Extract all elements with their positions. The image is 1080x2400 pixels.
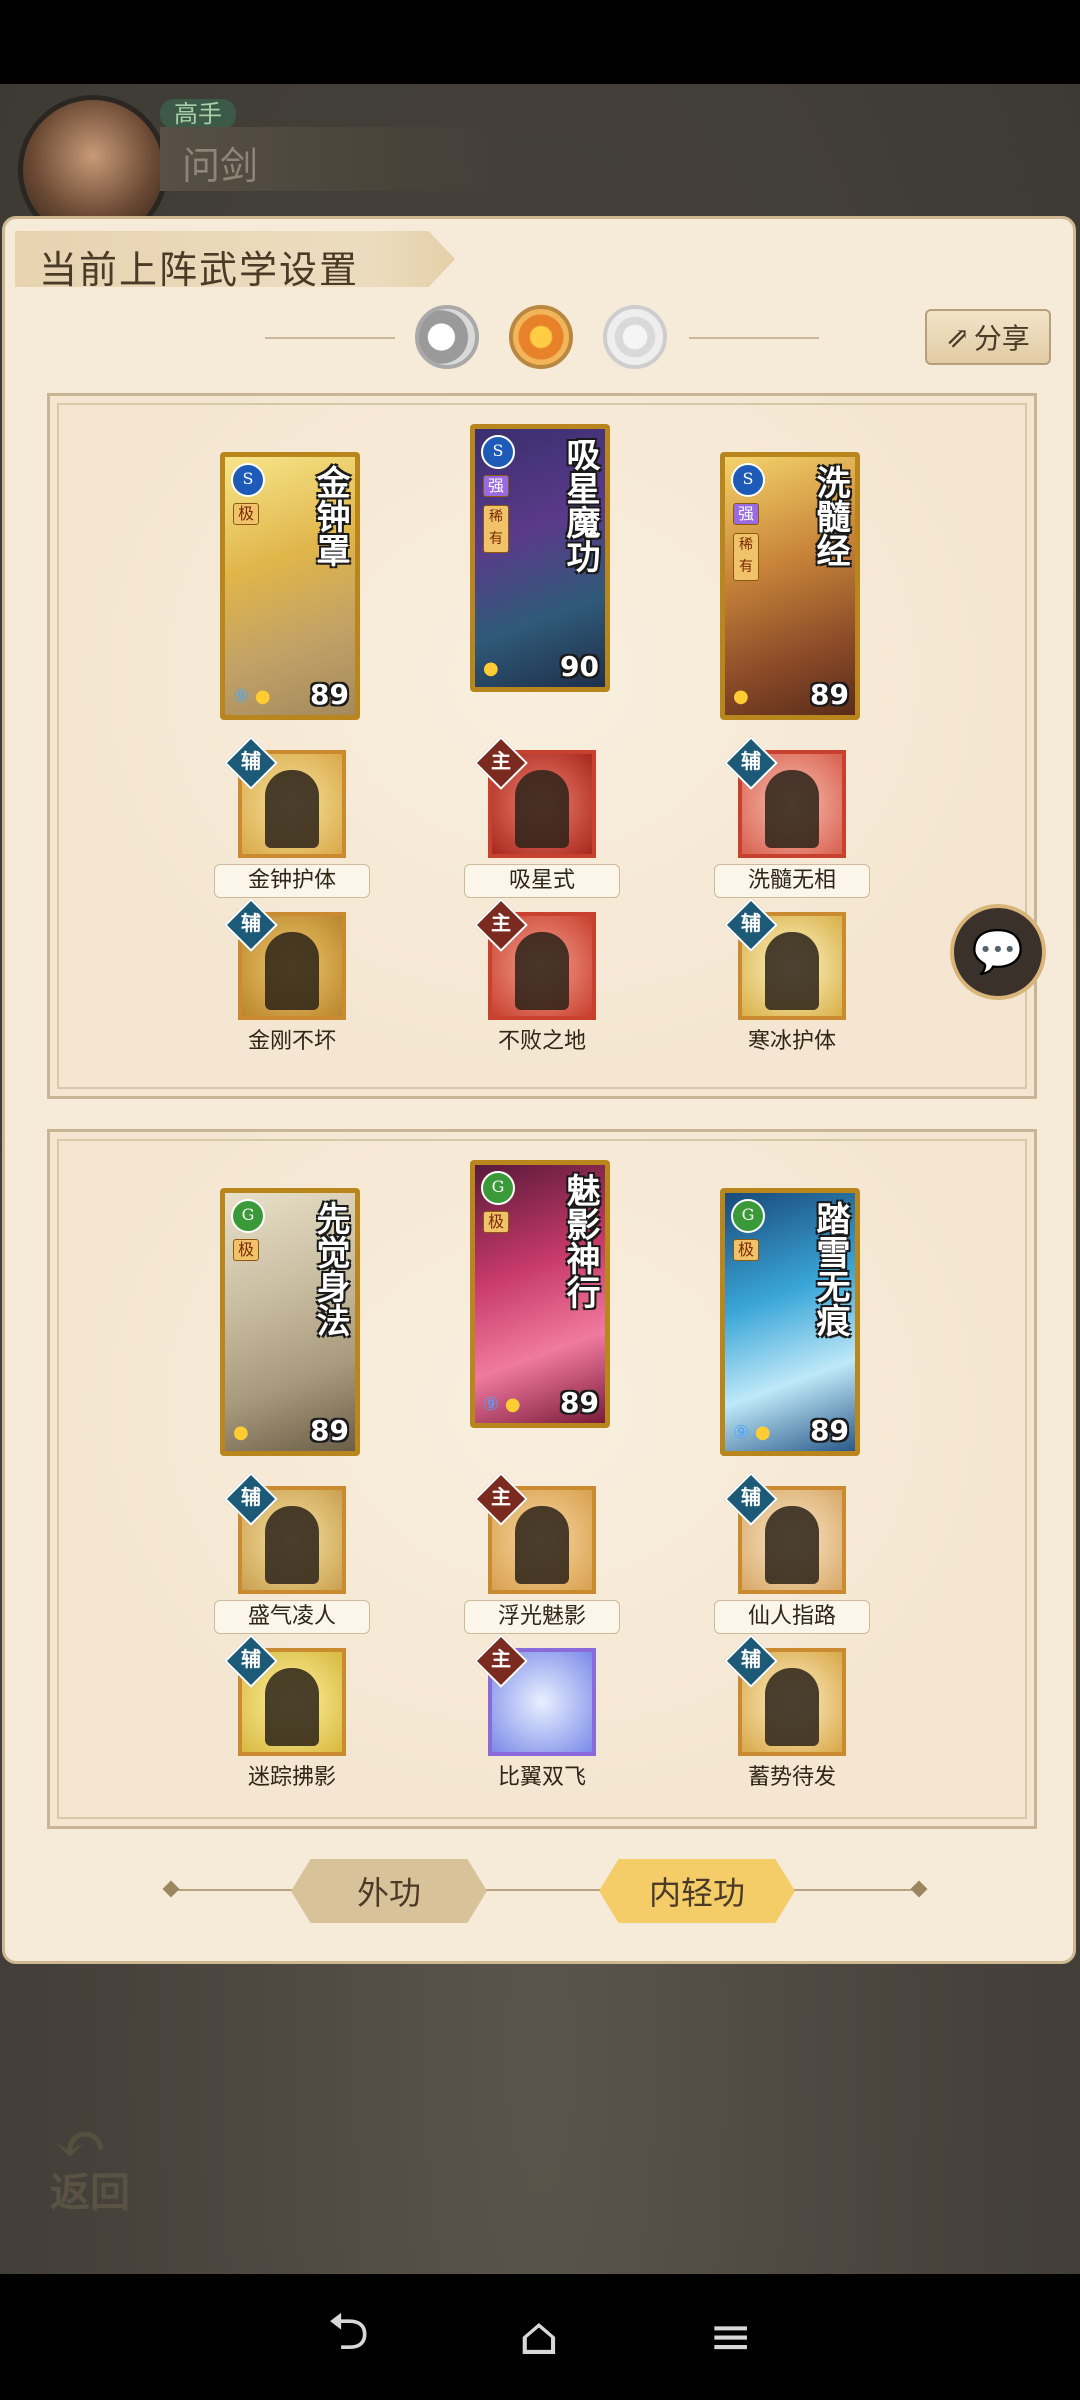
tab-external-arts[interactable]: 外功 xyxy=(291,1859,487,1923)
cloud-mode-icon[interactable] xyxy=(603,305,667,369)
school-icon: G xyxy=(731,1199,765,1233)
sub-skill-label: 吸星式 xyxy=(464,864,620,898)
sub-skill[interactable]: 辅 xyxy=(724,1472,846,1594)
sub-skill[interactable]: 辅 xyxy=(724,736,846,858)
moon-mode-icon[interactable] xyxy=(415,305,479,369)
chat-bubble-icon: 💬 xyxy=(971,927,1025,976)
card-name: 金钟罩 xyxy=(310,465,350,567)
sub-skill-label: 浮光魅影 xyxy=(464,1600,620,1634)
skill-card[interactable]: G 极 魅影神行 ⑨ ● 89 xyxy=(470,1160,610,1428)
school-icon: S xyxy=(231,463,265,497)
nav-home-icon[interactable]: ⌂ xyxy=(519,2307,559,2367)
tabs-divider xyxy=(177,1889,913,1891)
card-name: 魅影神行 xyxy=(560,1173,600,1309)
card-element-icons: ● xyxy=(483,658,499,679)
sub-skill-label: 比翼双飞 xyxy=(497,1765,586,1790)
tab-label: 外功 xyxy=(356,1874,421,1912)
sub-skill[interactable]: 辅 xyxy=(224,736,346,858)
sub-skill-label: 金刚不坏 xyxy=(247,1029,336,1054)
card-tag: 极 xyxy=(233,503,259,525)
player-info-bar[interactable]: 高手 问剑 xyxy=(10,95,530,245)
skill-card[interactable]: S 强 稀有 吸星魔功 ● 90 xyxy=(470,424,610,692)
card-score: 89 xyxy=(560,1386,599,1419)
card-name: 踏雪无痕 xyxy=(810,1201,850,1337)
rare-tag: 稀有 xyxy=(483,505,509,553)
card-tag: 极 xyxy=(233,1239,259,1261)
mode-toggle-row xyxy=(265,301,825,375)
player-rank-badge: 高手 xyxy=(160,99,236,129)
nav-back-icon[interactable]: ⮌ xyxy=(328,2293,370,2382)
rare-tag: 稀有 xyxy=(733,533,759,581)
card-element-icons: ⑨ ● xyxy=(483,1394,521,1415)
school-icon: S xyxy=(481,435,515,469)
sub-skill[interactable]: 主 xyxy=(474,898,596,1020)
loadout-group-1: S 极 金钟罩 ⑨ ● 89 S 强 稀有 吸星魔功 ● 90 S 强 稀有 洗… xyxy=(47,393,1037,1099)
sub-skill-label: 不败之地 xyxy=(497,1029,586,1054)
back-button[interactable]: ↶ 返回 xyxy=(44,2108,156,2216)
skill-card[interactable]: S 极 金钟罩 ⑨ ● 89 xyxy=(220,452,360,720)
card-element-icons: ● xyxy=(233,1422,249,1443)
player-name-box: 问剑 xyxy=(160,127,510,191)
status-bar xyxy=(0,0,1080,84)
card-tag: 强 xyxy=(483,475,509,497)
nav-menu-icon[interactable]: ≡ xyxy=(709,2307,753,2367)
back-label: 返回 xyxy=(50,2169,130,2216)
sub-skill-label: 金钟护体 xyxy=(214,864,370,898)
share-label: 分享 xyxy=(973,322,1030,355)
sub-skill[interactable]: 辅 xyxy=(224,898,346,1020)
player-name: 问剑 xyxy=(182,144,259,188)
sub-skill-label: 迷踪拂影 xyxy=(247,1765,336,1790)
card-tag: 极 xyxy=(733,1239,759,1261)
panel-title: 当前上阵武学设置 xyxy=(39,248,360,292)
sub-skill-label: 仙人指路 xyxy=(714,1600,870,1634)
sub-skill[interactable]: 辅 xyxy=(724,898,846,1020)
card-score: 89 xyxy=(310,1414,349,1447)
tab-label: 内轻功 xyxy=(648,1874,745,1912)
school-icon: G xyxy=(481,1171,515,1205)
skill-card[interactable]: S 强 稀有 洗髓经 ● 89 xyxy=(720,452,860,720)
share-button[interactable]: ⇗ 分享 xyxy=(925,309,1051,365)
share-icon: ⇗ xyxy=(946,320,970,354)
tabs-end-diamond xyxy=(910,1880,928,1898)
card-element-icons: ⑨ ● xyxy=(733,1422,771,1443)
card-element-icons: ⑨ ● xyxy=(233,686,271,707)
loadout-group-2: G 极 先觉身法 ● 89 G 极 魅影神行 ⑨ ● 89 G 极 踏雪无痕 ⑨… xyxy=(47,1129,1037,1829)
category-tabs: 外功 内轻功 xyxy=(162,1855,928,1925)
martial-arts-setup-panel: 当前上阵武学设置 ⇗ 分享 S 极 金钟罩 ⑨ ● 89 S 强 稀有 吸星魔功… xyxy=(2,216,1076,1964)
sub-skill[interactable]: 主 xyxy=(474,1472,596,1594)
card-score: 89 xyxy=(310,678,349,711)
sub-skill[interactable]: 辅 xyxy=(224,1634,346,1756)
skill-card[interactable]: G 极 先觉身法 ● 89 xyxy=(220,1188,360,1456)
card-score: 90 xyxy=(560,650,599,683)
sub-skill-label: 寒冰护体 xyxy=(747,1029,836,1054)
card-tag: 极 xyxy=(483,1211,509,1233)
school-icon: S xyxy=(731,463,765,497)
sub-skill[interactable]: 主 xyxy=(474,736,596,858)
sub-skill-label: 盛气凌人 xyxy=(214,1600,370,1634)
system-nav-bar: ⮌ ⌂ ≡ xyxy=(0,2274,1080,2400)
tab-internal-light-arts[interactable]: 内轻功 xyxy=(599,1859,795,1923)
tabs-end-diamond xyxy=(162,1880,180,1898)
sub-skill-label: 蓄势待发 xyxy=(747,1765,836,1790)
skill-card[interactable]: G 极 踏雪无痕 ⑨ ● 89 xyxy=(720,1188,860,1456)
card-name: 吸星魔功 xyxy=(560,437,600,573)
sub-skill[interactable]: 辅 xyxy=(724,1634,846,1756)
card-score: 89 xyxy=(810,678,849,711)
panel-title-banner: 当前上阵武学设置 xyxy=(15,231,455,287)
sub-skill-label: 洗髓无相 xyxy=(714,864,870,898)
card-element-icons: ● xyxy=(733,686,749,707)
card-score: 89 xyxy=(810,1414,849,1447)
card-tag: 强 xyxy=(733,503,759,525)
toggle-divider-right xyxy=(689,337,819,339)
chat-button[interactable]: 💬 xyxy=(950,904,1046,1000)
sun-mode-icon[interactable] xyxy=(509,305,573,369)
sub-skill[interactable]: 主 xyxy=(474,1634,596,1756)
card-name: 先觉身法 xyxy=(310,1201,350,1337)
card-name: 洗髓经 xyxy=(810,465,850,567)
toggle-divider-left xyxy=(265,337,395,339)
sub-skill[interactable]: 辅 xyxy=(224,1472,346,1594)
school-icon: G xyxy=(231,1199,265,1233)
